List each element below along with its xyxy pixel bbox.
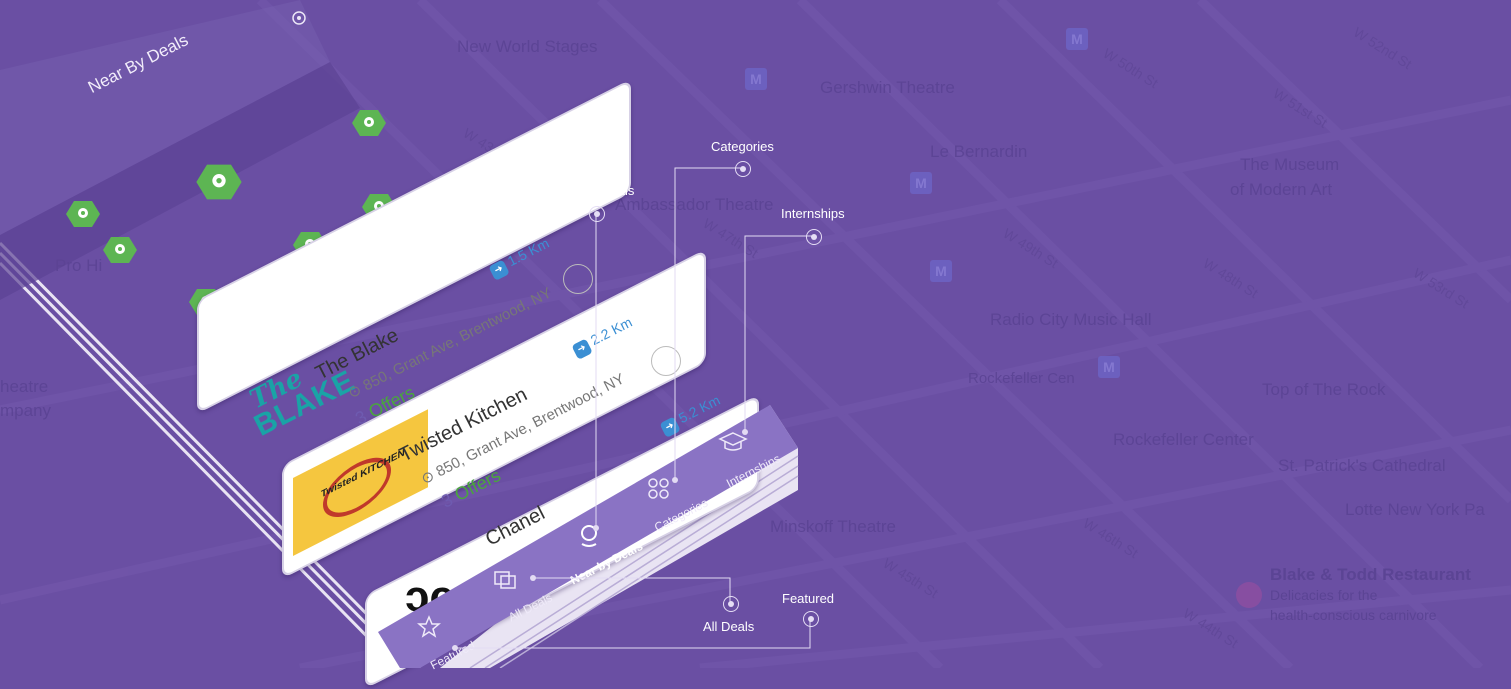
deal-pin-icon[interactable]	[192, 162, 246, 202]
callout-ring-icon	[735, 161, 751, 177]
tags-icon[interactable]	[493, 568, 519, 595]
callout-featured: Featured	[782, 591, 835, 606]
share-icon[interactable]	[563, 264, 593, 294]
callout-ring-icon	[803, 611, 819, 627]
callout-ring-icon	[806, 229, 822, 245]
phone-mockup: Near By Deals The BLAKE The Blake ⊙ 850,…	[0, 0, 1511, 689]
callout-categories: Categories	[711, 139, 774, 154]
star-icon[interactable]	[416, 615, 442, 644]
deal-pin-icon[interactable]	[103, 235, 137, 265]
callout-all-deals: All Deals	[703, 619, 755, 634]
deal-pin-icon[interactable]	[66, 199, 100, 229]
share-icon[interactable]	[651, 346, 681, 376]
callout-ring-icon	[589, 206, 605, 222]
location-pin-icon[interactable]	[578, 524, 600, 553]
grid-circles-icon[interactable]	[646, 476, 672, 505]
callout-internships: Internships	[781, 206, 845, 221]
deal-pin-icon[interactable]	[352, 108, 386, 138]
graduation-cap-icon[interactable]	[718, 430, 748, 459]
callout-near-by-deals: Near by Deals	[552, 183, 635, 198]
location-icon[interactable]	[290, 10, 308, 28]
callout-ring-icon	[723, 596, 739, 612]
